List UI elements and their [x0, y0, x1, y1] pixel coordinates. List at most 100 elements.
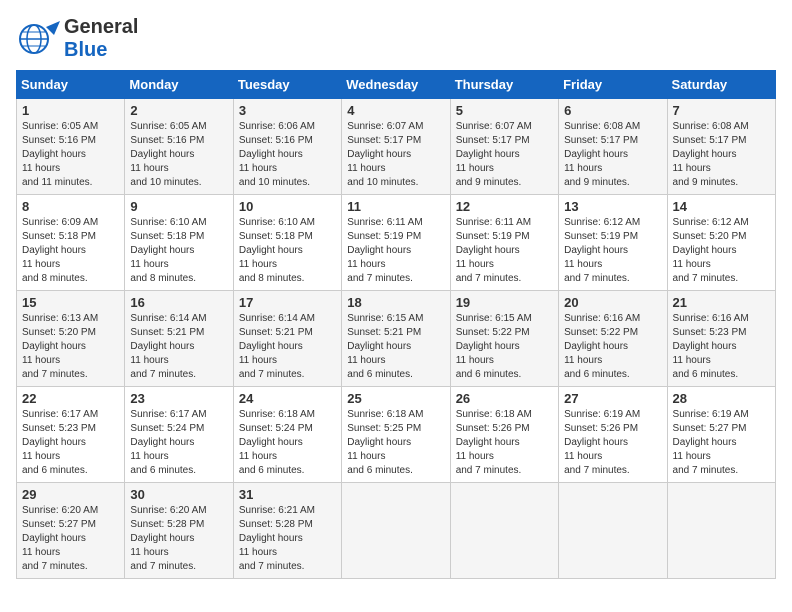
day-number: 19 [456, 295, 553, 310]
calendar-day-cell [450, 483, 558, 579]
calendar-day-cell [559, 483, 667, 579]
logo-icon [16, 17, 60, 61]
day-info: Sunrise: 6:12 AMSunset: 5:19 PMDaylight … [564, 216, 661, 286]
day-info: Sunrise: 6:16 AMSunset: 5:23 PMDaylight … [673, 312, 770, 382]
day-number: 22 [22, 391, 119, 406]
calendar-week-row: 22 Sunrise: 6:17 AMSunset: 5:23 PMDayligh… [17, 387, 776, 483]
calendar-week-row: 15 Sunrise: 6:13 AMSunset: 5:20 PMDayligh… [17, 291, 776, 387]
calendar-day-cell: 19 Sunrise: 6:15 AMSunset: 5:22 PMDayligh… [450, 291, 558, 387]
calendar-day-cell: 26Sunrise: 6:18 AMSunset: 5:26 PMDayligh… [450, 387, 558, 483]
weekday-header-row: Sunday Monday Tuesday Wednesday Thursday… [17, 71, 776, 99]
day-info: Sunrise: 6:07 AMSunset: 5:17 PMDaylight … [347, 120, 444, 190]
day-info: Sunrise: 6:05 AMSunset: 5:16 PMDaylight … [22, 120, 119, 190]
day-number: 28 [673, 391, 770, 406]
calendar-day-cell [667, 483, 775, 579]
day-number: 4 [347, 103, 444, 118]
day-number: 6 [564, 103, 661, 118]
day-info: Sunrise: 6:18 AMSunset: 5:25 PMDaylight … [347, 408, 444, 478]
day-number: 27 [564, 391, 661, 406]
day-info: Sunrise: 6:08 AMSunset: 5:17 PMDaylight … [564, 120, 661, 190]
calendar-day-cell: 22 Sunrise: 6:17 AMSunset: 5:23 PMDayligh… [17, 387, 125, 483]
day-number: 29 [22, 487, 119, 502]
day-info: Sunrise: 6:13 AMSunset: 5:20 PMDaylight … [22, 312, 119, 382]
calendar-day-cell: 10 Sunrise: 6:10 AMSunset: 5:18 PMDayligh… [233, 195, 341, 291]
day-number: 15 [22, 295, 119, 310]
day-number: 3 [239, 103, 336, 118]
calendar-day-cell: 30 Sunrise: 6:20 AMSunset: 5:28 PMDayligh… [125, 483, 233, 579]
day-number: 17 [239, 295, 336, 310]
calendar-day-cell: 3Sunrise: 6:06 AMSunset: 5:16 PMDaylight… [233, 99, 341, 195]
day-info: Sunrise: 6:21 AMSunset: 5:28 PMDaylight … [239, 504, 336, 574]
calendar-day-cell: 8 Sunrise: 6:09 AMSunset: 5:18 PMDaylight… [17, 195, 125, 291]
day-number: 24 [239, 391, 336, 406]
calendar-day-cell: 11Sunrise: 6:11 AMSunset: 5:19 PMDayligh… [342, 195, 450, 291]
calendar-day-cell: 4 Sunrise: 6:07 AMSunset: 5:17 PMDaylight… [342, 99, 450, 195]
day-info: Sunrise: 6:08 AMSunset: 5:17 PMDaylight … [673, 120, 770, 190]
day-info: Sunrise: 6:10 AMSunset: 5:18 PMDaylight … [239, 216, 336, 286]
calendar-day-cell: 28 Sunrise: 6:19 AMSunset: 5:27 PMDayligh… [667, 387, 775, 483]
header-tuesday: Tuesday [233, 71, 341, 99]
calendar-day-cell: 9Sunrise: 6:10 AMSunset: 5:18 PMDaylight… [125, 195, 233, 291]
calendar-day-cell: 17 Sunrise: 6:14 AMSunset: 5:21 PMDayligh… [233, 291, 341, 387]
logo-text-general: General [64, 16, 138, 39]
header-friday: Friday [559, 71, 667, 99]
header-sunday: Sunday [17, 71, 125, 99]
day-info: Sunrise: 6:17 AMSunset: 5:24 PMDaylight … [130, 408, 227, 478]
calendar-week-row: 29 Sunrise: 6:20 AMSunset: 5:27 PMDayligh… [17, 483, 776, 579]
day-info: Sunrise: 6:15 AMSunset: 5:21 PMDaylight … [347, 312, 444, 382]
day-info: Sunrise: 6:14 AMSunset: 5:21 PMDaylight … [130, 312, 227, 382]
calendar-day-cell: 16Sunrise: 6:14 AMSunset: 5:21 PMDayligh… [125, 291, 233, 387]
day-number: 2 [130, 103, 227, 118]
day-info: Sunrise: 6:20 AMSunset: 5:27 PMDaylight … [22, 504, 119, 574]
day-number: 1 [22, 103, 119, 118]
logo-text-blue: Blue [64, 39, 138, 62]
calendar-day-cell: 21Sunrise: 6:16 AMSunset: 5:23 PMDayligh… [667, 291, 775, 387]
day-info: Sunrise: 6:19 AMSunset: 5:26 PMDaylight … [564, 408, 661, 478]
calendar-day-cell: 23 Sunrise: 6:17 AMSunset: 5:24 PMDayligh… [125, 387, 233, 483]
calendar-day-cell: 2 Sunrise: 6:05 AMSunset: 5:16 PMDaylight… [125, 99, 233, 195]
day-info: Sunrise: 6:15 AMSunset: 5:22 PMDaylight … [456, 312, 553, 382]
calendar-day-cell: 18 Sunrise: 6:15 AMSunset: 5:21 PMDayligh… [342, 291, 450, 387]
calendar-day-cell: 7Sunrise: 6:08 AMSunset: 5:17 PMDaylight… [667, 99, 775, 195]
day-number: 14 [673, 199, 770, 214]
calendar-day-cell: 15 Sunrise: 6:13 AMSunset: 5:20 PMDayligh… [17, 291, 125, 387]
logo: General Blue [16, 16, 138, 62]
header-wednesday: Wednesday [342, 71, 450, 99]
day-number: 30 [130, 487, 227, 502]
day-number: 8 [22, 199, 119, 214]
calendar-day-cell: 25 Sunrise: 6:18 AMSunset: 5:25 PMDayligh… [342, 387, 450, 483]
day-number: 11 [347, 199, 444, 214]
day-number: 23 [130, 391, 227, 406]
day-info: Sunrise: 6:16 AMSunset: 5:22 PMDaylight … [564, 312, 661, 382]
day-number: 10 [239, 199, 336, 214]
calendar-day-cell: 12Sunrise: 6:11 AMSunset: 5:19 PMDayligh… [450, 195, 558, 291]
day-number: 13 [564, 199, 661, 214]
calendar-day-cell: 5Sunrise: 6:07 AMSunset: 5:17 PMDaylight… [450, 99, 558, 195]
day-number: 25 [347, 391, 444, 406]
header-thursday: Thursday [450, 71, 558, 99]
day-info: Sunrise: 6:09 AMSunset: 5:18 PMDaylight … [22, 216, 119, 286]
calendar-day-cell: 1 Sunrise: 6:05 AMSunset: 5:16 PMDaylight… [17, 99, 125, 195]
day-info: Sunrise: 6:12 AMSunset: 5:20 PMDaylight … [673, 216, 770, 286]
day-info: Sunrise: 6:20 AMSunset: 5:28 PMDaylight … [130, 504, 227, 574]
day-info: Sunrise: 6:19 AMSunset: 5:27 PMDaylight … [673, 408, 770, 478]
day-info: Sunrise: 6:18 AMSunset: 5:26 PMDaylight … [456, 408, 553, 478]
day-info: Sunrise: 6:05 AMSunset: 5:16 PMDaylight … [130, 120, 227, 190]
calendar-day-cell: 31 Sunrise: 6:21 AMSunset: 5:28 PMDayligh… [233, 483, 341, 579]
calendar-day-cell: 27 Sunrise: 6:19 AMSunset: 5:26 PMDayligh… [559, 387, 667, 483]
day-info: Sunrise: 6:18 AMSunset: 5:24 PMDaylight … [239, 408, 336, 478]
day-info: Sunrise: 6:17 AMSunset: 5:23 PMDaylight … [22, 408, 119, 478]
day-number: 31 [239, 487, 336, 502]
calendar-day-cell: 14 Sunrise: 6:12 AMSunset: 5:20 PMDayligh… [667, 195, 775, 291]
calendar-week-row: 8 Sunrise: 6:09 AMSunset: 5:18 PMDaylight… [17, 195, 776, 291]
header-monday: Monday [125, 71, 233, 99]
calendar-day-cell: 24 Sunrise: 6:18 AMSunset: 5:24 PMDayligh… [233, 387, 341, 483]
calendar-table: Sunday Monday Tuesday Wednesday Thursday… [16, 70, 776, 579]
day-number: 18 [347, 295, 444, 310]
calendar-day-cell: 29 Sunrise: 6:20 AMSunset: 5:27 PMDayligh… [17, 483, 125, 579]
day-info: Sunrise: 6:14 AMSunset: 5:21 PMDaylight … [239, 312, 336, 382]
day-info: Sunrise: 6:10 AMSunset: 5:18 PMDaylight … [130, 216, 227, 286]
day-number: 20 [564, 295, 661, 310]
calendar-day-cell: 20 Sunrise: 6:16 AMSunset: 5:22 PMDayligh… [559, 291, 667, 387]
day-number: 5 [456, 103, 553, 118]
